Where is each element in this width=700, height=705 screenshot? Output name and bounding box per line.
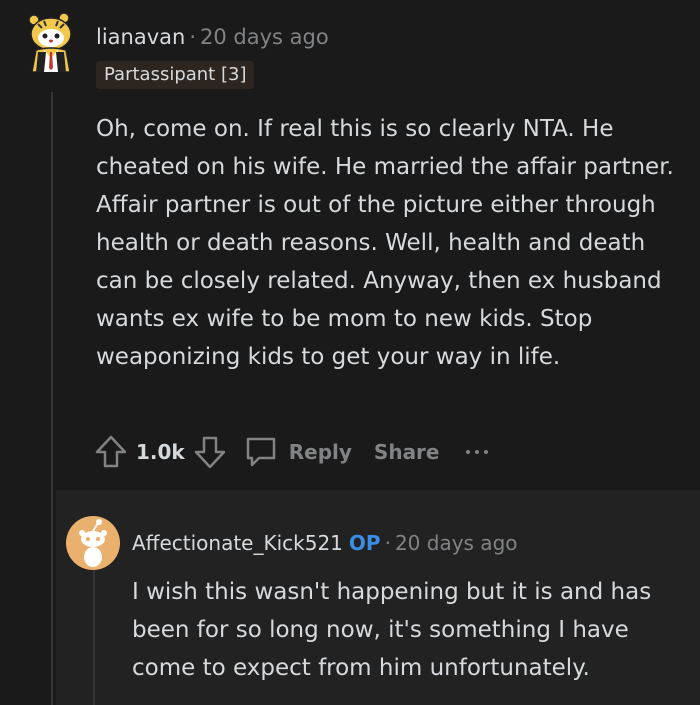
reply-button[interactable]: Reply: [243, 434, 352, 470]
more-options-icon[interactable]: [465, 450, 488, 454]
comment-username[interactable]: lianavan: [96, 25, 185, 49]
share-button[interactable]: Share: [374, 440, 440, 464]
user-avatar[interactable]: [24, 12, 80, 73]
comment-header: lianavan · 20 days ago: [96, 24, 329, 50]
meta-separator: ·: [384, 531, 391, 555]
vote-score: 1.0k: [136, 440, 185, 464]
downvote-button[interactable]: [193, 434, 227, 470]
reply-username[interactable]: Affectionate_Kick521: [132, 531, 343, 555]
reply-user-avatar[interactable]: [65, 515, 121, 571]
comment-timestamp[interactable]: 20 days ago: [200, 25, 329, 49]
comment-bubble-icon: [246, 437, 275, 467]
default-snoo-avatar-icon: [66, 516, 120, 570]
reply-timestamp[interactable]: 20 days ago: [395, 531, 518, 555]
upvote-arrow-icon: [95, 435, 127, 468]
reply-body: I wish this wasn't happening but it is a…: [132, 579, 652, 681]
user-flair: Partassipant [3]: [96, 61, 255, 89]
reply-thread-line[interactable]: [93, 570, 95, 705]
reply-header: Affectionate_Kick521 OP · 20 days ago: [132, 530, 518, 556]
comment-actions: 1.0k Reply Share: [94, 430, 488, 474]
comment-body: Oh, come on. If real this is so clearly …: [96, 116, 674, 370]
op-badge: OP: [348, 531, 381, 555]
thread-line[interactable]: [51, 92, 53, 705]
upvote-button[interactable]: [94, 434, 128, 470]
meta-separator: ·: [189, 25, 197, 49]
reply-label: Reply: [288, 440, 352, 464]
downvote-arrow-icon: [194, 436, 225, 469]
tiger-snoo-avatar-icon: [28, 12, 72, 73]
